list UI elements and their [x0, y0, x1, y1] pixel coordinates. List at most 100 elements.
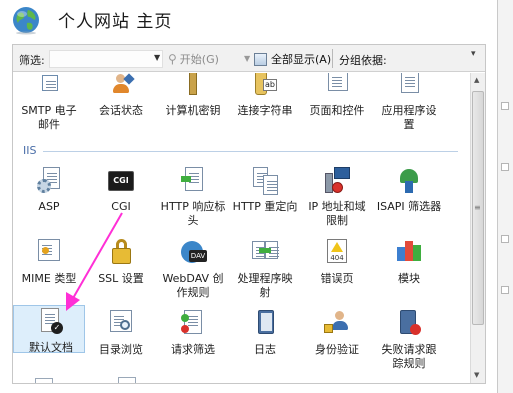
- request-filtering-icon: [178, 310, 208, 340]
- section-label-iis: IIS: [23, 144, 37, 157]
- feature-handler-mappings[interactable]: 处理程序映 射: [229, 239, 301, 300]
- pane-marker: [501, 163, 509, 171]
- scroll-down-icon[interactable]: ▼: [474, 371, 479, 379]
- feature-smtp-email[interactable]: SMTP 电子 邮件: [13, 73, 85, 132]
- feature-connection-strings[interactable]: ab 连接字符串: [229, 73, 301, 118]
- feature-icon-grid: SMTP 电子 邮件 会话状态 计算机密钥 ab 连接字符串 页面和控件 应用程…: [13, 73, 470, 383]
- toolbar-overflow-icon[interactable]: ▾: [471, 49, 476, 59]
- start-button[interactable]: ⚲ 开始(G): [168, 51, 219, 67]
- feature-label: 默认文档: [29, 341, 73, 354]
- feature-label: 计算机密钥: [165, 104, 221, 117]
- connection-strings-icon: ab: [250, 73, 280, 101]
- pages-controls-icon: [322, 73, 352, 101]
- feature-label: HTTP 响应标 头: [160, 200, 226, 227]
- feature-label: 连接字符串: [237, 104, 293, 117]
- show-all-icon: [254, 52, 267, 66]
- feature-logging[interactable]: 日志: [229, 310, 301, 357]
- asp-icon: [34, 167, 64, 197]
- partial-feature-icon: [118, 377, 136, 383]
- show-all-label: 全部显示(A): [271, 53, 332, 66]
- feature-session-state[interactable]: 会话状态: [85, 73, 157, 118]
- feature-label: 请求筛选: [171, 343, 215, 356]
- feature-label: SSL 设置: [98, 272, 144, 285]
- vertical-scrollbar[interactable]: ▲ ≡ ▼: [470, 73, 485, 383]
- error-pages-icon: 404: [322, 239, 352, 269]
- iis-manager-page: 个人网站 主页 筛选: ▼ ⚲ 开始(G) ▼ 全部显示(A) 分组依据: ▾: [0, 0, 513, 393]
- directory-browsing-icon: [106, 310, 136, 340]
- failed-request-tracing-icon: [394, 310, 424, 340]
- feature-label: 模块: [398, 272, 420, 285]
- feature-label: 日志: [254, 343, 276, 356]
- feature-label: ASP: [38, 200, 60, 213]
- feature-http-response-headers[interactable]: HTTP 响应标 头: [157, 167, 229, 228]
- feature-label: 错误页: [320, 272, 354, 285]
- partial-feature-icon: [35, 378, 53, 383]
- section-divider: [43, 151, 458, 152]
- feature-ssl-settings[interactable]: SSL 设置: [85, 239, 157, 286]
- feature-app-settings[interactable]: 应用程序设 置: [373, 73, 445, 132]
- feature-cgi[interactable]: CGI CGI: [85, 167, 157, 214]
- mime-types-icon: [34, 239, 64, 269]
- page-title: 个人网站 主页: [58, 12, 173, 32]
- feature-mime-types[interactable]: MIME 类型: [13, 239, 85, 286]
- http-headers-icon: [178, 167, 208, 197]
- actions-pane-edge: [497, 0, 513, 393]
- ip-restrictions-icon: [322, 167, 352, 197]
- machine-key-icon: [178, 73, 208, 101]
- feature-label: MIME 类型: [21, 272, 77, 285]
- binoculars-icon: ⚲: [168, 52, 177, 66]
- authentication-icon: [322, 310, 352, 340]
- feature-default-document[interactable]: ✓ 默认文档: [13, 305, 87, 355]
- feature-failed-request-tracing[interactable]: 失败请求跟 踪规则: [373, 310, 445, 371]
- feature-directory-browsing[interactable]: 目录浏览: [85, 310, 157, 357]
- feature-modules[interactable]: 模块: [373, 239, 445, 286]
- webdav-icon: DAV: [178, 239, 208, 269]
- scroll-up-icon[interactable]: ▲: [474, 76, 479, 84]
- feature-authentication[interactable]: 身份验证: [301, 310, 373, 357]
- feature-webdav[interactable]: DAV WebDAV 创 作规则: [157, 239, 229, 300]
- pane-marker: [501, 102, 509, 110]
- show-all-button[interactable]: 全部显示(A): [254, 51, 331, 67]
- features-view: 筛选: ▼ ⚲ 开始(G) ▼ 全部显示(A) 分组依据: ▾ SMTP 电子 …: [12, 44, 486, 384]
- smtp-mail-icon: [34, 73, 64, 101]
- filter-input[interactable]: [49, 50, 163, 68]
- feature-label: 页面和控件: [309, 104, 365, 117]
- session-state-icon: [106, 73, 136, 101]
- app-settings-icon: [394, 73, 424, 101]
- start-dropdown-icon[interactable]: ▼: [244, 54, 250, 63]
- modules-icon: [394, 239, 424, 269]
- feature-pages-controls[interactable]: 页面和控件: [301, 73, 373, 118]
- pane-marker: [501, 235, 509, 243]
- feature-asp[interactable]: ASP: [13, 167, 85, 214]
- pane-marker: [501, 286, 509, 294]
- feature-label: IP 地址和域 限制: [308, 200, 366, 227]
- feature-ip-restrictions[interactable]: IP 地址和域 限制: [301, 167, 373, 228]
- feature-label: 失败请求跟 踪规则: [381, 343, 437, 370]
- default-document-icon: ✓: [36, 308, 66, 338]
- page-header: 个人网站 主页: [0, 0, 496, 40]
- feature-label: SMTP 电子 邮件: [21, 104, 77, 131]
- feature-error-pages[interactable]: 404 错误页: [301, 239, 373, 286]
- handler-mappings-icon: [250, 239, 280, 269]
- start-label: 开始(G): [179, 53, 219, 66]
- feature-label: WebDAV 创 作规则: [162, 272, 224, 299]
- group-by-button[interactable]: 分组依据:: [339, 52, 387, 68]
- globe-icon: [13, 7, 39, 35]
- ssl-settings-icon: [106, 239, 136, 269]
- feature-label: 处理程序映 射: [237, 272, 293, 299]
- feature-http-redirect[interactable]: HTTP 重定向: [229, 167, 301, 214]
- feature-request-filtering[interactable]: 请求筛选: [157, 310, 229, 357]
- toolbar-separator: [332, 49, 333, 68]
- feature-machine-key[interactable]: 计算机密钥: [157, 73, 229, 118]
- filter-label: 筛选:: [19, 54, 45, 67]
- logging-icon: [250, 310, 280, 340]
- filter-dropdown-icon[interactable]: ▼: [154, 53, 160, 62]
- isapi-filters-icon: [394, 167, 424, 197]
- cgi-icon: CGI: [106, 167, 136, 197]
- feature-label: 应用程序设 置: [381, 104, 437, 131]
- feature-label: ISAPI 筛选器: [376, 200, 442, 213]
- filter-toolbar: 筛选: ▼ ⚲ 开始(G) ▼ 全部显示(A) 分组依据: ▾: [13, 45, 485, 72]
- http-redirect-icon: [250, 167, 280, 197]
- feature-label: CGI: [111, 200, 131, 213]
- feature-isapi-filters[interactable]: ISAPI 筛选器: [373, 167, 445, 214]
